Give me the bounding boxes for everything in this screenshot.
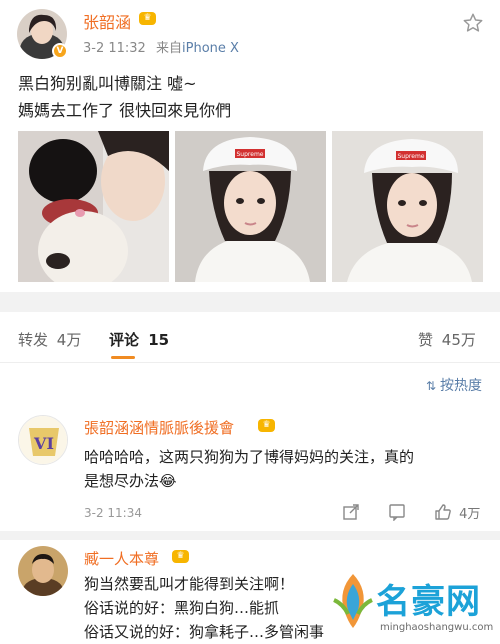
post-image-selfie-2[interactable]: Supreme — [332, 131, 483, 282]
comment-text-line-2: 是想尽办法 — [84, 472, 160, 490]
post-text-line-2: 媽媽去工作了 很快回來見你們 — [18, 101, 232, 120]
comment-time: 3-2 11:34 — [84, 506, 142, 520]
post-text-line-1: 黑白狗别亂叫博關注 噓~ — [18, 74, 197, 93]
comment-text-line-1: 哈哈哈哈，这两只狗狗为了博得妈妈的关注，真的 — [84, 448, 415, 466]
commenter-avatar[interactable] — [18, 546, 68, 596]
favorite-star-icon[interactable] — [462, 12, 484, 34]
comment-item: VI 張韶涵涵情脈脈後援會 ♛ 哈哈哈哈，这两只狗狗为了博得妈妈的关注，真的 是… — [0, 405, 500, 531]
cap-logo-1: Supreme — [237, 151, 264, 158]
comment-text: 哈哈哈哈，这两只狗狗为了博得妈妈的关注，真的 是想尽办法😂 — [84, 445, 414, 493]
commenter-avatar[interactable]: VI — [18, 415, 68, 465]
watermark-url: minghaoshangwu.com — [380, 622, 494, 633]
watermark-brand: 名豪网 — [376, 582, 481, 622]
comment-separator — [0, 531, 500, 540]
comment-text: 狗当然要乱叫才能得到关注啊！ 俗话说的好：黑狗白狗…能抓 俗话又说的好：狗拿耗子… — [84, 572, 324, 644]
like-count: 45万 — [441, 331, 476, 349]
svg-text:VI: VI — [33, 434, 54, 453]
site-watermark: 名豪网 minghaoshangwu.com — [328, 566, 498, 644]
member-crown-icon: ♛ — [172, 550, 189, 563]
commenter-name[interactable]: 張韶涵涵情脈脈後援會 — [84, 417, 234, 438]
post-meta: 3-2 11:32 来自iPhone X — [83, 37, 239, 56]
thumbs-up-icon — [435, 504, 451, 520]
laughing-emoji-icon: 😂 — [159, 472, 177, 490]
watermark-logo-icon — [333, 574, 373, 628]
comment-text-line-3: 俗话又说的好：狗拿耗子…多管闲事 — [84, 623, 325, 641]
source-prefix: 来自 — [155, 41, 182, 56]
sort-label: 按热度 — [440, 378, 482, 394]
active-tab-indicator — [111, 356, 135, 359]
verified-badge-icon: V — [52, 43, 68, 59]
comment-count: 15 — [148, 331, 170, 349]
interaction-tab-bar: 转发 4万 评论 15 赞 45万 — [0, 312, 500, 362]
comment-like-count: 4万 — [459, 507, 481, 522]
source-device[interactable]: iPhone X — [182, 41, 239, 56]
repost-count: 4万 — [56, 331, 82, 349]
cap-logo-2: Supreme — [398, 153, 425, 160]
comment-like-button[interactable]: 4万 — [434, 503, 480, 522]
post-images: Supreme Supreme — [18, 131, 483, 282]
post-time: 3-2 11:32 — [83, 41, 146, 56]
tab-divider — [0, 362, 500, 363]
tab-comments[interactable]: 评论 15 — [109, 329, 169, 350]
repost-label: 转发 — [18, 331, 49, 349]
commenter-name[interactable]: 臧一人本尊 — [84, 548, 159, 569]
like-label: 赞 — [418, 331, 434, 349]
post-text: 黑白狗别亂叫博關注 噓~ 媽媽去工作了 很快回來見你們 — [18, 70, 231, 124]
weibo-post: V 张韶涵 ♛ 3-2 11:32 来自iPhone X 黑白狗别亂叫博關注 噓… — [0, 0, 500, 292]
share-icon[interactable] — [342, 503, 360, 521]
comment-text-line-2: 俗话说的好：黑狗白狗…能抓 — [84, 599, 280, 617]
member-crown-icon: ♛ — [139, 12, 156, 25]
comment-text-line-1: 狗当然要乱叫才能得到关注啊！ — [84, 575, 295, 593]
sort-by-hot-button[interactable]: ⇅ 按热度 — [426, 375, 482, 395]
post-image-dog[interactable] — [18, 131, 169, 282]
post-image-selfie-1[interactable]: Supreme — [175, 131, 326, 282]
member-crown-icon: ♛ — [258, 419, 275, 432]
tab-likes[interactable]: 赞 45万 — [418, 329, 476, 350]
sort-icon: ⇅ — [425, 379, 436, 393]
author-name[interactable]: 张韶涵 — [83, 9, 131, 33]
reply-icon[interactable] — [388, 503, 406, 521]
section-gap — [0, 292, 500, 312]
tab-repost[interactable]: 转发 4万 — [18, 329, 81, 350]
comment-label: 评论 — [109, 331, 140, 349]
